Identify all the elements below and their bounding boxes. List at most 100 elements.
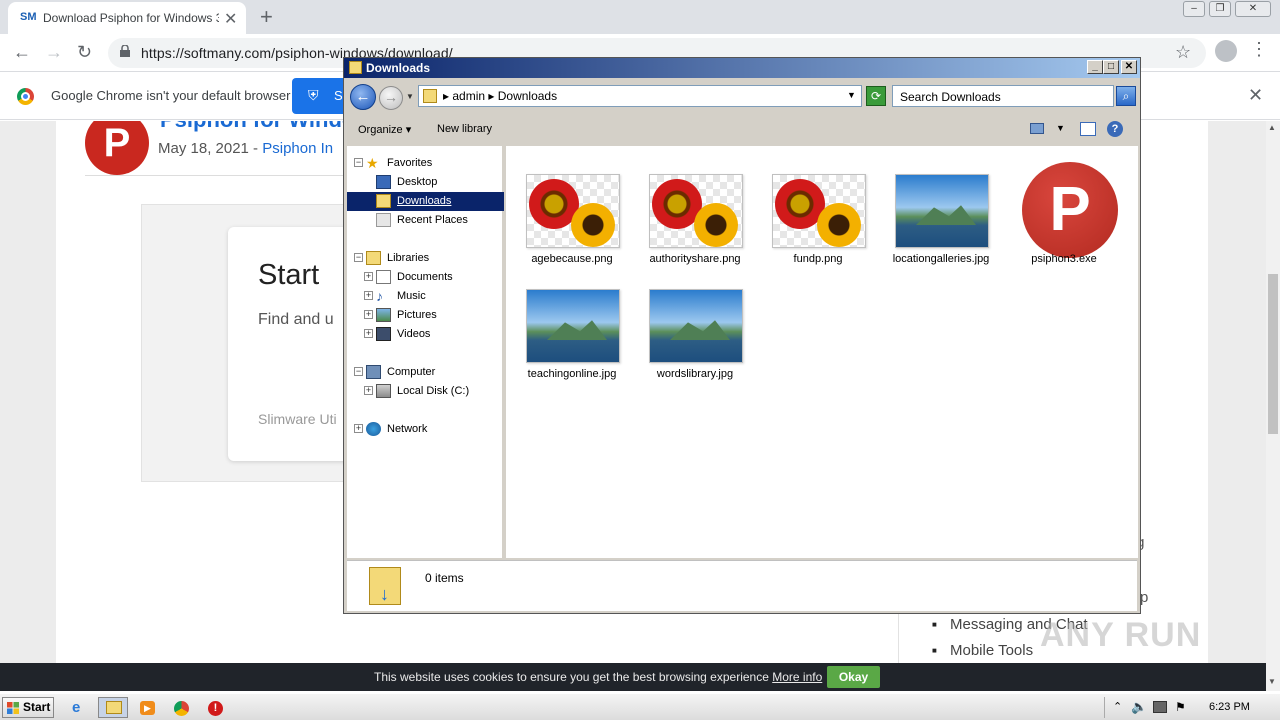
file-item[interactable]: locationgalleries.jpg: [885, 174, 993, 284]
page-right-gutter: [1208, 121, 1266, 663]
cookie-message: This website uses cookies to ensure you …: [374, 670, 822, 684]
expand-icon[interactable]: +: [364, 272, 373, 281]
explorer-minimize-button[interactable]: _: [1087, 60, 1103, 74]
nav-desktop[interactable]: Desktop: [347, 173, 504, 192]
action-center-flag-icon[interactable]: ⚑: [1175, 700, 1186, 714]
promo-title: Start: [258, 259, 320, 291]
nav-music[interactable]: + ♪ Music: [347, 287, 504, 306]
nav-label: Computer: [387, 366, 436, 378]
volume-icon[interactable]: 🔈: [1131, 699, 1147, 715]
forward-button[interactable]: →: [379, 86, 403, 110]
expand-icon[interactable]: +: [354, 424, 363, 433]
navigation-pane: − ★ Favorites Desktop Downloads Recent P…: [347, 146, 504, 558]
view-options-dropdown-icon[interactable]: ▼: [1056, 123, 1065, 133]
windows-taskbar: Start e ▶ ! ⌃ 🔈 ⚑ 6:23 PM: [0, 693, 1280, 720]
taskbar-ie-button[interactable]: e: [64, 697, 94, 718]
network-icon[interactable]: [1153, 701, 1167, 713]
nav-label: Local Disk (C:): [397, 385, 470, 397]
network-globe-icon: [366, 422, 381, 436]
chrome-icon: [174, 701, 189, 716]
nav-network[interactable]: + Network: [347, 420, 504, 439]
article-author-link[interactable]: Psiphon In: [262, 140, 333, 157]
close-window-button[interactable]: ✕: [1235, 1, 1271, 17]
new-tab-icon[interactable]: +: [260, 4, 273, 30]
expand-icon[interactable]: +: [364, 291, 373, 300]
taskbar-chrome-button[interactable]: [166, 697, 196, 718]
search-icon[interactable]: ⌕: [1116, 86, 1136, 106]
bookmark-star-icon[interactable]: ☆: [1175, 42, 1191, 63]
scroll-down-icon[interactable]: ▼: [1268, 677, 1276, 686]
address-dropdown-icon[interactable]: ▼: [847, 90, 856, 100]
scroll-up-icon[interactable]: ▲: [1268, 123, 1276, 132]
forward-arrow-icon[interactable]: →: [45, 42, 63, 63]
back-arrow-icon[interactable]: ←: [13, 42, 31, 63]
back-button[interactable]: ←: [350, 84, 376, 110]
nav-videos[interactable]: + Videos: [347, 325, 504, 344]
search-input[interactable]: Search Downloads: [892, 85, 1114, 107]
lock-icon: [120, 45, 130, 57]
file-item[interactable]: wordslibrary.jpg: [639, 289, 747, 399]
chrome-menu-icon[interactable]: ⋮: [1250, 39, 1268, 60]
profile-avatar-icon[interactable]: [1215, 40, 1237, 62]
nav-computer[interactable]: − Computer: [347, 363, 504, 382]
nav-documents[interactable]: + Documents: [347, 268, 504, 287]
help-icon[interactable]: ?: [1107, 121, 1123, 137]
nav-local-disk[interactable]: + Local Disk (C:): [347, 382, 504, 401]
nav-label: Libraries: [387, 252, 430, 264]
minimize-button[interactable]: –: [1183, 1, 1205, 17]
file-list: agebecause.png authorityshare.png fundp.…: [506, 146, 1138, 558]
infobar-close-icon[interactable]: ✕: [1248, 85, 1263, 106]
download-arrow-icon: ↓: [380, 584, 389, 604]
scrollbar-thumb[interactable]: [1268, 274, 1278, 434]
file-item[interactable]: agebecause.png: [516, 174, 624, 284]
file-name: agebecause.png: [531, 253, 613, 265]
breadcrumb[interactable]: ▸ admin ▸ Downloads: [443, 89, 557, 103]
explorer-close-button[interactable]: ✕: [1121, 60, 1137, 74]
restore-button[interactable]: ❐: [1209, 1, 1231, 17]
collapse-icon[interactable]: −: [354, 367, 363, 376]
cookie-okay-button[interactable]: Okay: [827, 666, 880, 688]
landscape-image: [670, 320, 730, 340]
taskbar-media-player-button[interactable]: ▶: [132, 697, 162, 718]
file-item[interactable]: fundp.png: [762, 174, 870, 284]
anyrun-watermark: ANY RUN: [1040, 616, 1202, 654]
recent-pages-dropdown-icon[interactable]: ▼: [406, 92, 414, 101]
address-bar[interactable]: ▸ admin ▸ Downloads ▼: [418, 85, 862, 107]
expand-icon[interactable]: +: [364, 329, 373, 338]
clock[interactable]: 6:23 PM: [1209, 701, 1250, 713]
organize-menu[interactable]: Organize ▾: [358, 123, 411, 136]
reload-icon[interactable]: ↻: [77, 42, 92, 63]
nav-pictures[interactable]: + Pictures: [347, 306, 504, 325]
article-title[interactable]: Psiphon for Windo: [160, 121, 355, 133]
collapse-icon[interactable]: −: [354, 253, 363, 262]
change-view-icon[interactable]: [1030, 123, 1044, 134]
file-item[interactable]: authorityshare.png: [639, 174, 747, 284]
page-scrollbar[interactable]: ▲ ▼: [1266, 121, 1280, 691]
browser-tab[interactable]: SM Download Psiphon for Windows 3 Bu ✕: [8, 2, 246, 34]
show-hidden-icons-icon[interactable]: ⌃: [1113, 700, 1122, 713]
file-item[interactable]: P psiphon3.exe: [1008, 162, 1118, 284]
explorer-titlebar[interactable]: Downloads _ □ ✕: [344, 58, 1140, 78]
nav-label: Desktop: [397, 176, 438, 188]
file-item[interactable]: teachingonline.jpg: [516, 289, 624, 399]
explorer-maximize-button[interactable]: □: [1103, 60, 1119, 74]
nav-recent-places[interactable]: Recent Places: [347, 211, 504, 230]
nav-favorites[interactable]: − ★ Favorites: [347, 154, 504, 173]
expand-icon[interactable]: +: [364, 310, 373, 319]
new-library-button[interactable]: New library: [437, 123, 492, 135]
nav-downloads[interactable]: Downloads: [347, 192, 504, 211]
tab-close-icon[interactable]: ✕: [224, 9, 237, 29]
music-note-icon: ♪: [376, 288, 383, 304]
nav-libraries[interactable]: − Libraries: [347, 249, 504, 268]
start-button[interactable]: Start: [2, 697, 54, 718]
taskbar-stop-button[interactable]: !: [200, 697, 230, 718]
sidebar-category-link[interactable]: Mobile Tools: [932, 642, 1033, 659]
preview-pane-icon[interactable]: [1080, 122, 1096, 136]
nav-label: Pictures: [397, 309, 437, 321]
expand-icon[interactable]: +: [364, 386, 373, 395]
search-placeholder: Search Downloads: [900, 90, 1001, 104]
collapse-icon[interactable]: −: [354, 158, 363, 167]
more-info-link[interactable]: More info: [772, 670, 822, 684]
refresh-button[interactable]: ⟳: [866, 86, 886, 106]
taskbar-explorer-button[interactable]: [98, 697, 128, 718]
